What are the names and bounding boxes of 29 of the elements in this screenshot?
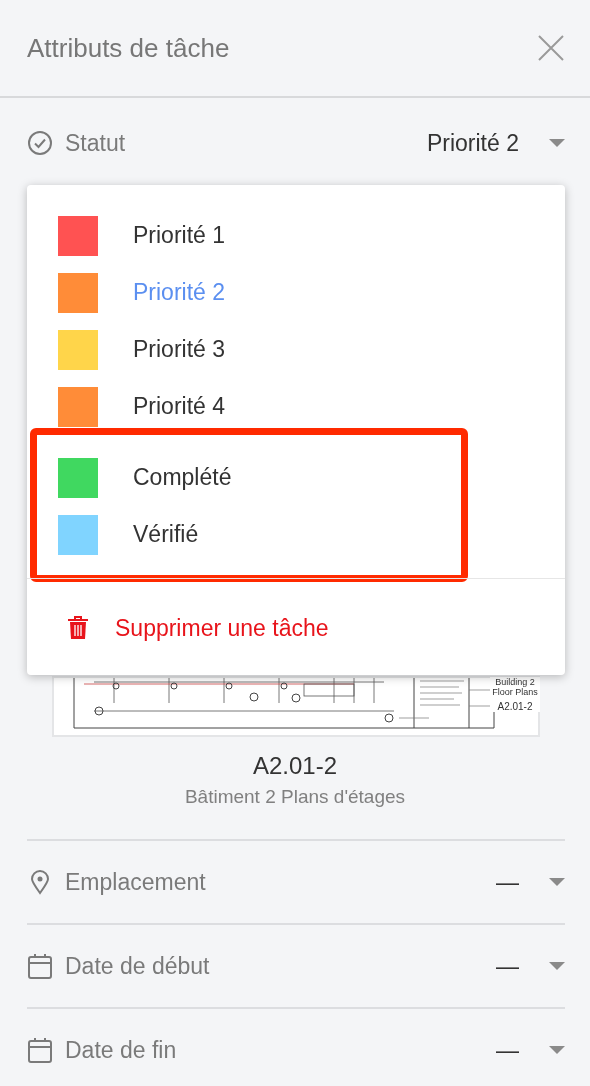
sheet-name: Bâtiment 2 Plans d'étages bbox=[183, 785, 407, 809]
trash-icon bbox=[67, 616, 89, 640]
status-option[interactable]: Priorité 4 bbox=[27, 378, 565, 435]
caret-icon bbox=[549, 961, 565, 971]
field-label: Date de début bbox=[65, 952, 211, 980]
calendar-icon bbox=[27, 952, 53, 980]
caret-icon bbox=[549, 138, 565, 148]
field-label: Emplacement bbox=[65, 868, 207, 896]
title-block-text: Building 2 Floor Plans bbox=[491, 677, 539, 697]
status-option[interactable]: Priorité 3 bbox=[27, 321, 565, 378]
field-value[interactable]: — bbox=[496, 868, 519, 896]
field-label: Date de fin bbox=[65, 1036, 178, 1064]
status-option[interactable]: Vérifié bbox=[37, 506, 461, 563]
field-value[interactable]: Priorité 2 bbox=[426, 129, 519, 157]
field-value[interactable]: — bbox=[496, 1036, 519, 1064]
caret-icon bbox=[549, 1045, 565, 1055]
status-option[interactable]: Complété bbox=[37, 449, 461, 506]
title-block-number: A2.01-2 bbox=[497, 701, 533, 712]
caret-icon bbox=[549, 877, 565, 887]
check-circle-icon bbox=[27, 130, 53, 156]
status-option[interactable]: Priorité 1 bbox=[27, 207, 565, 264]
calendar-icon bbox=[27, 1036, 53, 1064]
field-label: Statut bbox=[65, 129, 127, 157]
close-icon bbox=[536, 33, 566, 63]
delete-task-button[interactable]: Supprimer une tâche bbox=[27, 579, 565, 677]
field-value[interactable]: — bbox=[496, 952, 519, 980]
sheet-number: A2.01-2 bbox=[251, 751, 339, 781]
panel-title: Attributs de tâche bbox=[27, 32, 230, 64]
close-button[interactable] bbox=[536, 33, 566, 63]
